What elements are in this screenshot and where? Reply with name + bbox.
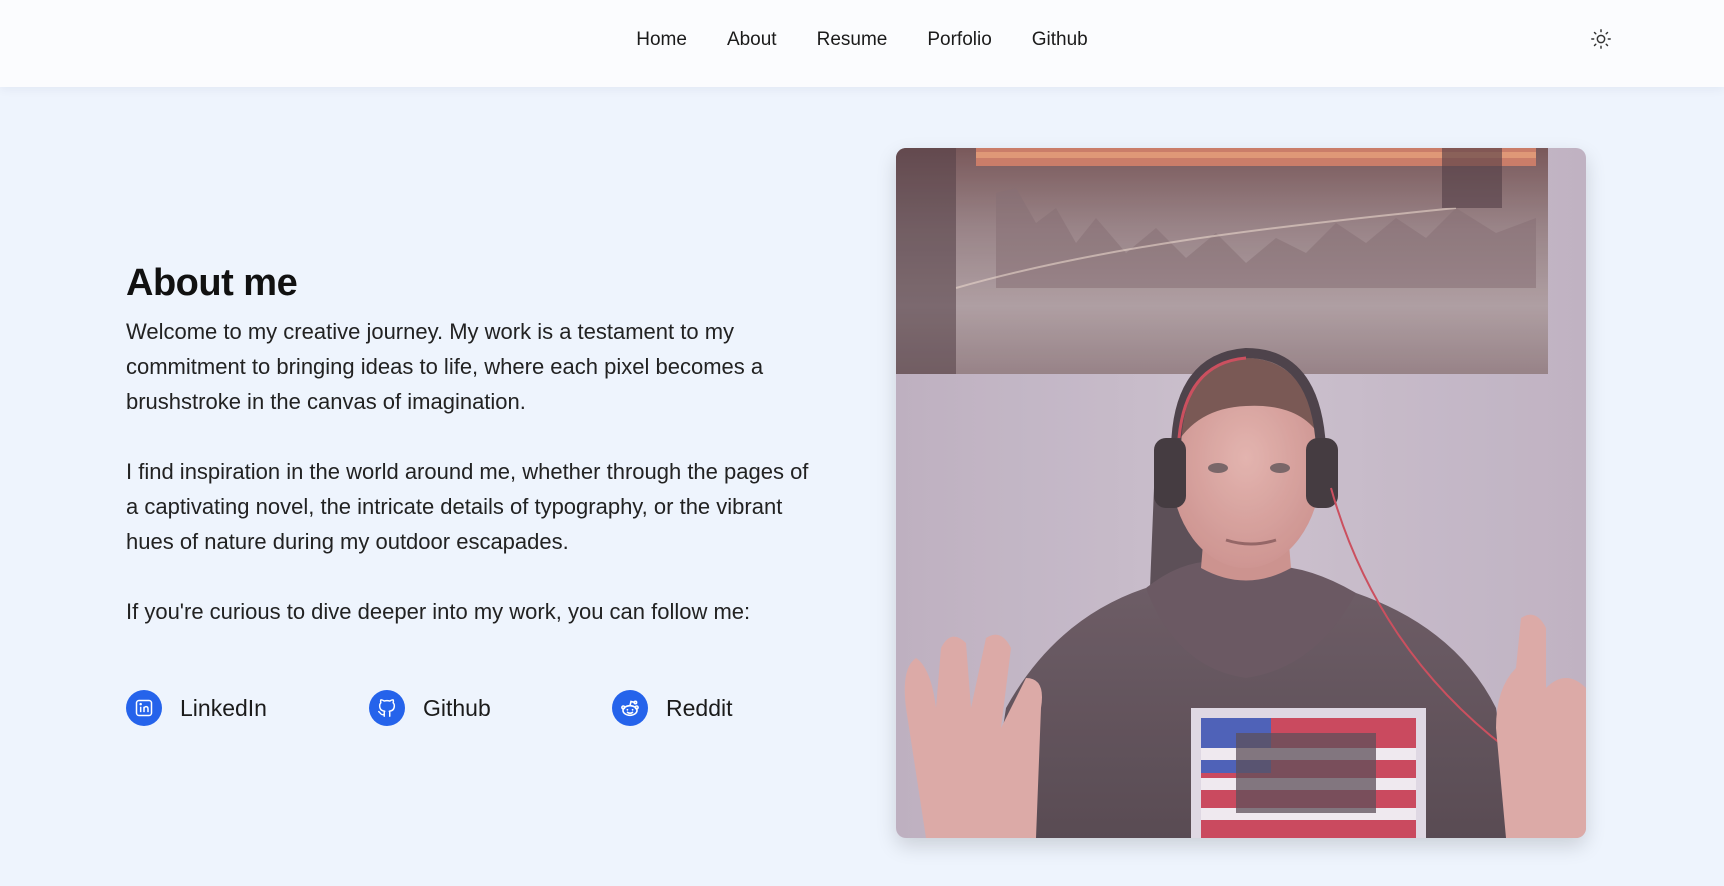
social-link-github[interactable]: Github <box>369 690 612 726</box>
sun-icon <box>1591 29 1611 49</box>
nav-link-about[interactable]: About <box>727 29 777 51</box>
github-icon <box>369 690 405 726</box>
theme-toggle-button[interactable] <box>1586 24 1616 54</box>
main-nav: Home About Resume Porfolio Github <box>0 0 1724 79</box>
reddit-icon <box>612 690 648 726</box>
social-label-github: Github <box>423 694 491 721</box>
social-link-reddit[interactable]: Reddit <box>612 690 855 726</box>
nav-link-resume[interactable]: Resume <box>817 29 888 51</box>
about-section: About me Welcome to my creative journey.… <box>126 258 826 629</box>
social-link-linkedin[interactable]: LinkedIn <box>126 690 369 726</box>
about-paragraph-follow: If you're curious to dive deeper into my… <box>126 599 751 624</box>
about-paragraph-intro: Welcome to my creative journey. My work … <box>126 319 764 414</box>
nav-link-github[interactable]: Github <box>1032 29 1088 51</box>
page-title: About me <box>126 262 298 304</box>
social-links: LinkedIn Github Reddit <box>126 690 855 726</box>
linkedin-icon <box>126 690 162 726</box>
social-label-linkedin: LinkedIn <box>180 694 267 721</box>
nav-link-portfolio[interactable]: Porfolio <box>927 29 991 51</box>
profile-photo <box>896 148 1586 838</box>
nav-link-home[interactable]: Home <box>636 29 687 51</box>
social-label-reddit: Reddit <box>666 694 733 721</box>
about-paragraph-inspiration: I find inspiration in the world around m… <box>126 459 809 554</box>
top-navigation-bar: Home About Resume Porfolio Github <box>0 0 1724 87</box>
